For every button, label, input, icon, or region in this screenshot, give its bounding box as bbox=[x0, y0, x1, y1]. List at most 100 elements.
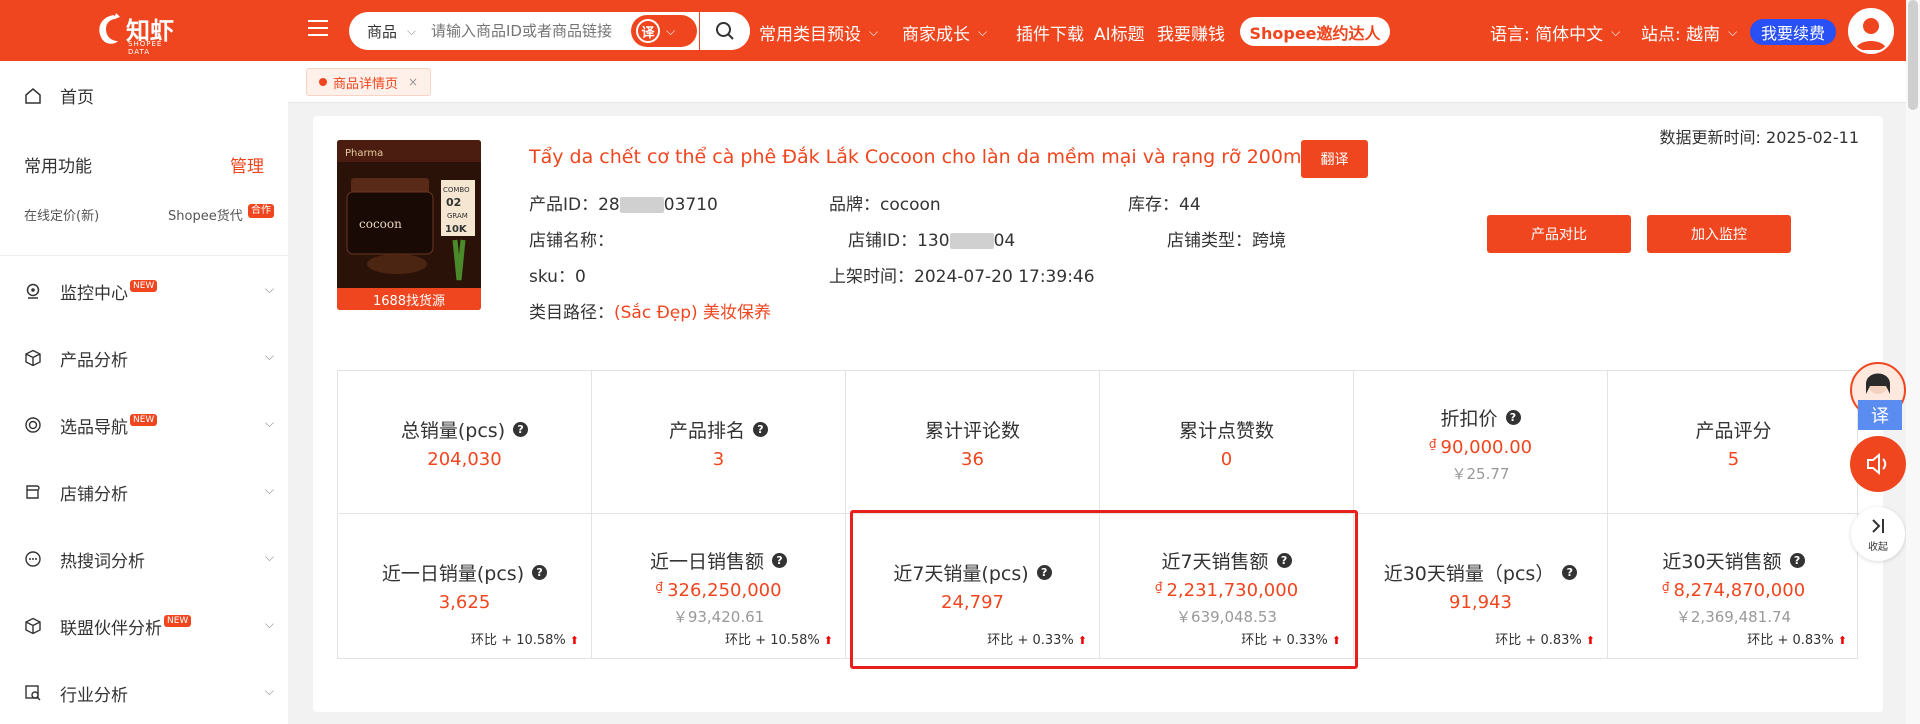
currency-symbol: ₫ bbox=[1661, 580, 1670, 594]
translate-button[interactable]: 翻译 bbox=[1301, 140, 1368, 178]
logo-subtext: SHOPEE DATA bbox=[128, 40, 163, 56]
help-icon[interactable]: ? bbox=[1562, 565, 1578, 580]
stat-value: 3 bbox=[712, 449, 725, 470]
sidebar-item-affiliate-analysis[interactable]: 联盟伙伴分析 NEW ⌵ bbox=[24, 614, 274, 639]
top-nav-bar: 知虾 SHOPEE DATA 商品 ⌵ 译 ⌵ 常用类目预设 ⌵ 商家成长 ⌵ 插件… bbox=[0, 0, 1920, 61]
stat-cny-value: ￥93,420.61 bbox=[672, 608, 765, 626]
chevron-down-icon: ⌵ bbox=[264, 349, 274, 363]
nav-ai-title[interactable]: AI标题 bbox=[1094, 20, 1145, 45]
ratio-value: + 10.58% bbox=[755, 633, 820, 648]
sidebar-item-hot-keywords[interactable]: 热搜词分析 ⌵ bbox=[24, 547, 274, 572]
image-gram-label: GRAM bbox=[447, 212, 468, 220]
new-badge: NEW bbox=[164, 615, 192, 627]
sidebar-item-industry-analysis[interactable]: 行业分析 ⌵ bbox=[24, 681, 274, 706]
chevron-down-icon: ⌵ bbox=[1611, 25, 1621, 39]
sidebar-item-shop-analysis[interactable]: 店铺分析 ⌵ bbox=[24, 480, 274, 505]
target-icon bbox=[25, 417, 41, 433]
sidebar-item-home[interactable]: 首页 bbox=[24, 83, 94, 108]
search-category-select[interactable]: 商品 ⌵ bbox=[349, 21, 431, 42]
stat-total-sales: 总销量(pcs)? 204,030 bbox=[338, 371, 592, 514]
search-button[interactable] bbox=[699, 12, 750, 50]
shortcut-online-pricing[interactable]: 在线定价(新) bbox=[24, 205, 99, 224]
help-icon[interactable]: ? bbox=[753, 422, 768, 437]
language-select[interactable]: 语言: 简体中文 ⌵ bbox=[1490, 20, 1620, 45]
sidebar-item-monitor-center[interactable]: 监控中心 NEW ⌵ bbox=[24, 279, 274, 304]
speaker-button[interactable] bbox=[1850, 436, 1906, 492]
currency-symbol: ₫ bbox=[655, 580, 664, 594]
help-icon[interactable]: ? bbox=[532, 565, 548, 580]
collapse-icon bbox=[1872, 519, 1884, 533]
nav-earn-money[interactable]: 我要赚钱 bbox=[1157, 20, 1225, 45]
sidebar-item-product-analysis[interactable]: 产品分析 ⌵ bbox=[24, 346, 274, 371]
coop-badge: 合作 bbox=[248, 204, 274, 218]
image-gram-number: 10K bbox=[445, 224, 468, 235]
nav-preset-categories[interactable]: 常用类目预设 ⌵ bbox=[759, 20, 878, 45]
nav-label: 常用类目预设 bbox=[759, 25, 861, 45]
sidebar-item-label: 热搜词分析 bbox=[60, 551, 145, 572]
help-icon[interactable]: ? bbox=[772, 553, 787, 568]
add-monitor-button[interactable]: 加入监控 bbox=[1647, 215, 1791, 253]
field-label: 库存： bbox=[1128, 195, 1179, 215]
collapse-button[interactable]: 收起 bbox=[1851, 507, 1905, 561]
field-label: 类目路径： bbox=[529, 303, 614, 323]
ratio-label: 环比 bbox=[725, 633, 752, 648]
stat-value: 0 bbox=[1220, 449, 1233, 470]
find-source-bar[interactable]: 1688找货源 bbox=[337, 288, 481, 310]
sidebar-item-label: 行业分析 bbox=[60, 685, 128, 706]
renew-button[interactable]: 我要续费 bbox=[1750, 19, 1836, 45]
help-icon[interactable]: ? bbox=[1505, 410, 1521, 425]
product-title[interactable]: Tẩy da chết cơ thể cà phê Đắk Lắk Cocoon… bbox=[529, 146, 1307, 168]
help-icon[interactable]: ? bbox=[1789, 553, 1805, 568]
ratio-value: + 0.83% bbox=[1777, 633, 1834, 648]
scrollbar-thumb[interactable] bbox=[1908, 0, 1918, 110]
nav-label: 插件下载 bbox=[1016, 25, 1084, 45]
stat-value: 90,000.00 bbox=[1440, 437, 1533, 458]
shortcut-shopee-forwarder[interactable]: Shopee货代 bbox=[168, 205, 243, 224]
nav-merchant-growth[interactable]: 商家成长 ⌵ bbox=[902, 20, 987, 45]
cube-icon bbox=[25, 349, 41, 367]
close-icon[interactable]: × bbox=[408, 75, 418, 89]
stat-label: 产品排名 bbox=[668, 420, 745, 442]
image-product-name: cocoon bbox=[359, 217, 402, 231]
stat-ratio: 环比 + 10.58% ⬆ bbox=[471, 629, 579, 648]
stat-label: 近30天销售额 bbox=[1662, 551, 1782, 573]
tab-product-detail[interactable]: 商品详情页 × bbox=[306, 68, 432, 96]
new-badge: NEW bbox=[130, 280, 158, 292]
field-value: 04 bbox=[993, 231, 1016, 251]
search-bar: 商品 ⌵ 译 ⌵ bbox=[349, 12, 750, 50]
ratio-label: 环比 bbox=[1747, 633, 1774, 648]
compare-product-button[interactable]: 产品对比 bbox=[1487, 215, 1631, 253]
manage-link[interactable]: 管理 bbox=[230, 152, 264, 177]
redacted-block bbox=[949, 233, 994, 249]
menu-toggle-icon[interactable] bbox=[308, 20, 328, 38]
field-value: 130 bbox=[917, 231, 950, 251]
chevron-down-icon: ⌵ bbox=[264, 483, 274, 497]
sidebar-item-selection-nav[interactable]: 选品导航 NEW ⌵ bbox=[24, 413, 274, 438]
stat-label: 累计评论数 bbox=[924, 420, 1020, 442]
stat-value: 5 bbox=[1727, 449, 1740, 470]
logo[interactable]: 知虾 SHOPEE DATA bbox=[92, 6, 182, 56]
category-link[interactable]: (Sắc Đẹp) 美妆保养 bbox=[614, 303, 771, 323]
field-label: 产品ID： bbox=[529, 195, 599, 215]
data-update-time: 数据更新时间: 2025-02-11 bbox=[1659, 128, 1859, 147]
field-label: 店铺ID： bbox=[848, 231, 918, 251]
stat-ratio: 环比 + 0.83% ⬆ bbox=[1495, 629, 1595, 648]
field-value: 44 bbox=[1179, 195, 1201, 215]
search-input[interactable] bbox=[431, 22, 621, 40]
product-image[interactable]: Pharma cocoon COMBO 02 GRAM 10K 1688找货源 bbox=[337, 140, 481, 310]
stat-ratio: 环比 + 0.83% ⬆ bbox=[1747, 629, 1847, 648]
chevron-down-icon: ⌵ bbox=[407, 23, 417, 38]
nav-plugin-download[interactable]: 插件下载 bbox=[1016, 20, 1084, 45]
home-icon bbox=[25, 87, 41, 104]
chat-bubble-icon bbox=[25, 551, 41, 567]
help-icon[interactable]: ? bbox=[513, 422, 529, 437]
translate-toggle[interactable]: 译 ⌵ bbox=[631, 15, 697, 47]
field-value: cocoon bbox=[880, 195, 941, 215]
ratio-label: 环比 bbox=[1495, 633, 1522, 648]
translate-float-button[interactable]: 译 bbox=[1858, 400, 1902, 430]
invite-influencer-button[interactable]: Shopee邀约达人 bbox=[1240, 17, 1390, 46]
shop-id: 店铺ID：130 04 bbox=[848, 226, 1015, 251]
image-combo-number: 02 bbox=[446, 196, 461, 209]
user-avatar[interactable] bbox=[1848, 8, 1894, 54]
site-select[interactable]: 站点: 越南 ⌵ bbox=[1641, 20, 1737, 45]
